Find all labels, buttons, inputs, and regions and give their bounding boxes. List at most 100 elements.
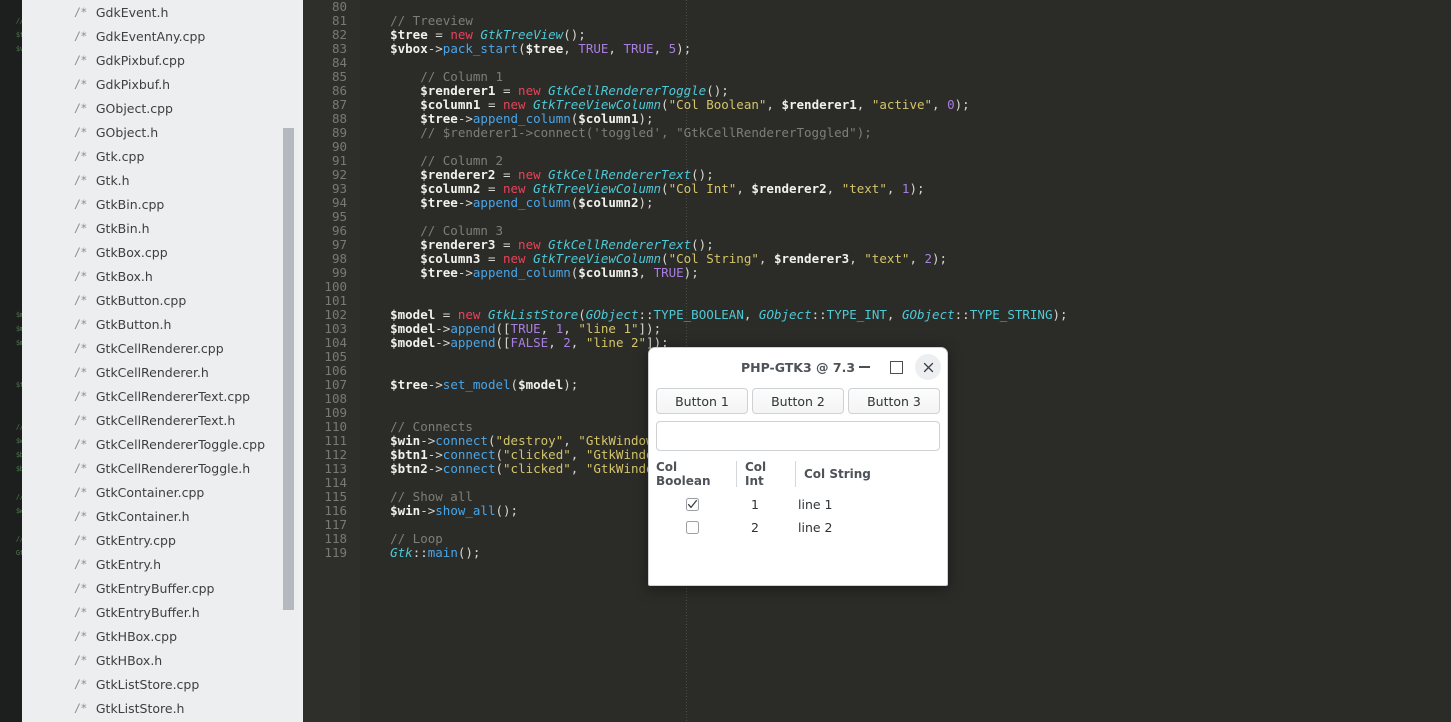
column-separator[interactable] (795, 461, 796, 487)
code-token-pln: ( (518, 41, 526, 56)
gtk-button-2[interactable]: Button 2 (752, 388, 844, 414)
code-line[interactable]: 86 $renderer1 = new GtkCellRendererToggl… (303, 84, 1451, 98)
file-list-item[interactable]: /* GtkHBox.h (22, 648, 303, 672)
code-line[interactable]: 93 $column2 = new GtkTreeViewColumn("Col… (303, 182, 1451, 196)
treeview-row[interactable]: 1 line 1 (656, 493, 940, 516)
code-token-cls: GObject (585, 307, 639, 322)
column-header-col-int[interactable]: Col Int (745, 460, 787, 488)
file-list-item[interactable]: /* GtkBin.h (22, 216, 303, 240)
file-list-item[interactable]: /* GdkEventAny.cpp (22, 24, 303, 48)
code-line[interactable]: 99 $tree->append_column($column3, TRUE); (303, 266, 1451, 280)
file-list-item[interactable]: /* GtkEntry.h (22, 552, 303, 576)
file-list-item[interactable]: /* Gtk.cpp (22, 144, 303, 168)
column-header-col-boolean[interactable]: Col Boolean (656, 460, 728, 488)
file-list-item[interactable]: /* GtkCellRendererToggle.h (22, 456, 303, 480)
file-list-item[interactable]: /* GtkBox.cpp (22, 240, 303, 264)
code-line[interactable]: 102 $model = new GtkListStore(GObject::T… (303, 308, 1451, 322)
gtk-button-row[interactable]: Button 1 Button 2 Button 3 (649, 388, 947, 414)
file-list-item[interactable]: /* GtkCellRendererText.h (22, 408, 303, 432)
file-list-item[interactable]: /* GtkHBox.cpp (22, 624, 303, 648)
cell-col-boolean[interactable] (656, 521, 728, 534)
gtk-button-1[interactable]: Button 1 (656, 388, 748, 414)
code-line[interactable]: 96 // Column 3 (303, 224, 1451, 238)
file-list-item[interactable]: /* GtkCellRendererText.cpp (22, 384, 303, 408)
code-line[interactable]: 95 (303, 210, 1451, 224)
file-list-item[interactable]: /* GObject.cpp (22, 96, 303, 120)
code-token-cls: GtkTreeViewColumn (533, 97, 662, 112)
line-number: 81 (331, 13, 347, 28)
code-line[interactable]: 94 $tree->append_column($column2); (303, 196, 1451, 210)
comment-glyph-icon: /* (74, 245, 87, 259)
code-line[interactable]: 83 $vbox->pack_start($tree, TRUE, TRUE, … (303, 42, 1451, 56)
code-token-fn: append (450, 321, 496, 336)
treeview-rows[interactable]: 1 line 1 2 line 2 (656, 493, 940, 539)
code-token-pln: , (736, 181, 752, 196)
file-list-item[interactable]: /* GtkButton.cpp (22, 288, 303, 312)
code-token-kw: new (450, 27, 473, 42)
comment-glyph-icon: /* (74, 293, 87, 307)
code-line[interactable]: 101 (303, 294, 1451, 308)
file-list-item[interactable]: /* Gtk.h (22, 168, 303, 192)
file-list-item[interactable]: /* GtkEntryBuffer.cpp (22, 576, 303, 600)
treeview-header[interactable]: Col Boolean Col Int Col String (656, 460, 940, 493)
gtk-app-window[interactable]: PHP-GTK3 @ 7.3 Button 1 Button 2 Button 3 … (648, 347, 948, 586)
file-explorer-sidebar[interactable]: /* GdkEvent.h /* GdkEventAny.cpp /* GdkPixbuf… (22, 0, 303, 722)
file-list-item[interactable]: /* GtkListStore.h (22, 696, 303, 720)
file-list-item[interactable]: /* GtkCellRenderer.h (22, 360, 303, 384)
code-line[interactable]: 84 (303, 56, 1451, 70)
gtk-button-3[interactable]: Button 3 (848, 388, 940, 414)
column-header-col-string[interactable]: Col String (804, 460, 940, 488)
code-line[interactable]: 85 // Column 1 (303, 70, 1451, 84)
text-entry-field[interactable] (656, 421, 940, 451)
code-line[interactable]: 98 $column3 = new GtkTreeViewColumn("Col… (303, 252, 1451, 266)
close-icon[interactable] (915, 354, 941, 380)
code-token-op: = (495, 83, 519, 98)
column-separator[interactable] (736, 461, 737, 487)
code-line[interactable]: 100 (303, 280, 1451, 294)
file-list-item[interactable]: /* GtkBin.cpp (22, 192, 303, 216)
code-line[interactable]: 91 // Column 2 (303, 154, 1451, 168)
code-token-op: -> (457, 111, 473, 126)
cell-col-boolean[interactable] (656, 498, 728, 511)
file-list-item[interactable]: /* GdkPixbuf.h (22, 72, 303, 96)
file-list-item[interactable]: /* GdkEvent.h (22, 0, 303, 24)
code-token-cmt: // Loop (360, 531, 443, 546)
code-token-num: 2 (924, 251, 933, 266)
file-list-item[interactable]: /* GtkContainer.h (22, 504, 303, 528)
file-name-label: GtkListStore.cpp (95, 676, 200, 692)
code-line[interactable]: 97 $renderer3 = new GtkCellRendererText(… (303, 238, 1451, 252)
file-list-item[interactable]: /* GtkCellRendererToggle.cpp (22, 432, 303, 456)
file-list-item[interactable]: /* GtkButton.h (22, 312, 303, 336)
screen: // Treeview $tree = new GtkTreeView(); $… (0, 0, 1451, 722)
file-list-item[interactable]: /* GtkContainer.cpp (22, 480, 303, 504)
minimize-icon[interactable] (851, 354, 877, 380)
treeview-row[interactable]: 2 line 2 (656, 516, 940, 539)
editor-minimap-edge[interactable]: // Treeview $tree = new GtkTreeView(); $… (0, 0, 22, 722)
comment-glyph-icon: /* (74, 557, 87, 571)
checkbox-checked-icon[interactable] (685, 498, 699, 511)
code-line[interactable]: 82 $tree = new GtkTreeView(); (303, 28, 1451, 42)
file-list-item[interactable]: /* GdkPixbuf.cpp (22, 48, 303, 72)
code-token-pln: , (570, 447, 586, 462)
checkbox-unchecked-icon[interactable] (685, 521, 699, 534)
code-line[interactable]: 88 $tree->append_column($column1); (303, 112, 1451, 126)
gtk-treeview[interactable]: Col Boolean Col Int Col String 1 line 1 2 l… (649, 460, 947, 539)
code-line[interactable]: 103 $model->append([TRUE, 1, "line 1"]); (303, 322, 1451, 336)
maximize-icon[interactable] (883, 354, 909, 380)
file-list-item[interactable]: /* GtkListStore.cpp (22, 672, 303, 696)
code-line[interactable]: 87 $column1 = new GtkTreeViewColumn("Col… (303, 98, 1451, 112)
code-line[interactable]: 80 (303, 0, 1451, 14)
file-list-item[interactable]: /* GtkCellRenderer.cpp (22, 336, 303, 360)
sidebar-scrollbar-thumb[interactable] (283, 128, 294, 610)
file-list[interactable]: /* GdkEvent.h /* GdkEventAny.cpp /* GdkPixbuf… (22, 0, 303, 720)
file-list-item[interactable]: /* GObject.h (22, 120, 303, 144)
file-list-item[interactable]: /* GtkEntryBuffer.h (22, 600, 303, 624)
code-token-fn: pack_start (442, 41, 519, 56)
gtk-titlebar[interactable]: PHP-GTK3 @ 7.3 (649, 348, 947, 386)
file-list-item[interactable]: /* GtkBox.h (22, 264, 303, 288)
file-list-item[interactable]: /* GtkEntry.cpp (22, 528, 303, 552)
code-line[interactable]: 89 // $renderer1->connect('toggled', "Gt… (303, 126, 1451, 140)
code-line[interactable]: 92 $renderer2 = new GtkCellRendererText(… (303, 168, 1451, 182)
code-line[interactable]: 81 // Treeview (303, 14, 1451, 28)
code-line[interactable]: 90 (303, 140, 1451, 154)
